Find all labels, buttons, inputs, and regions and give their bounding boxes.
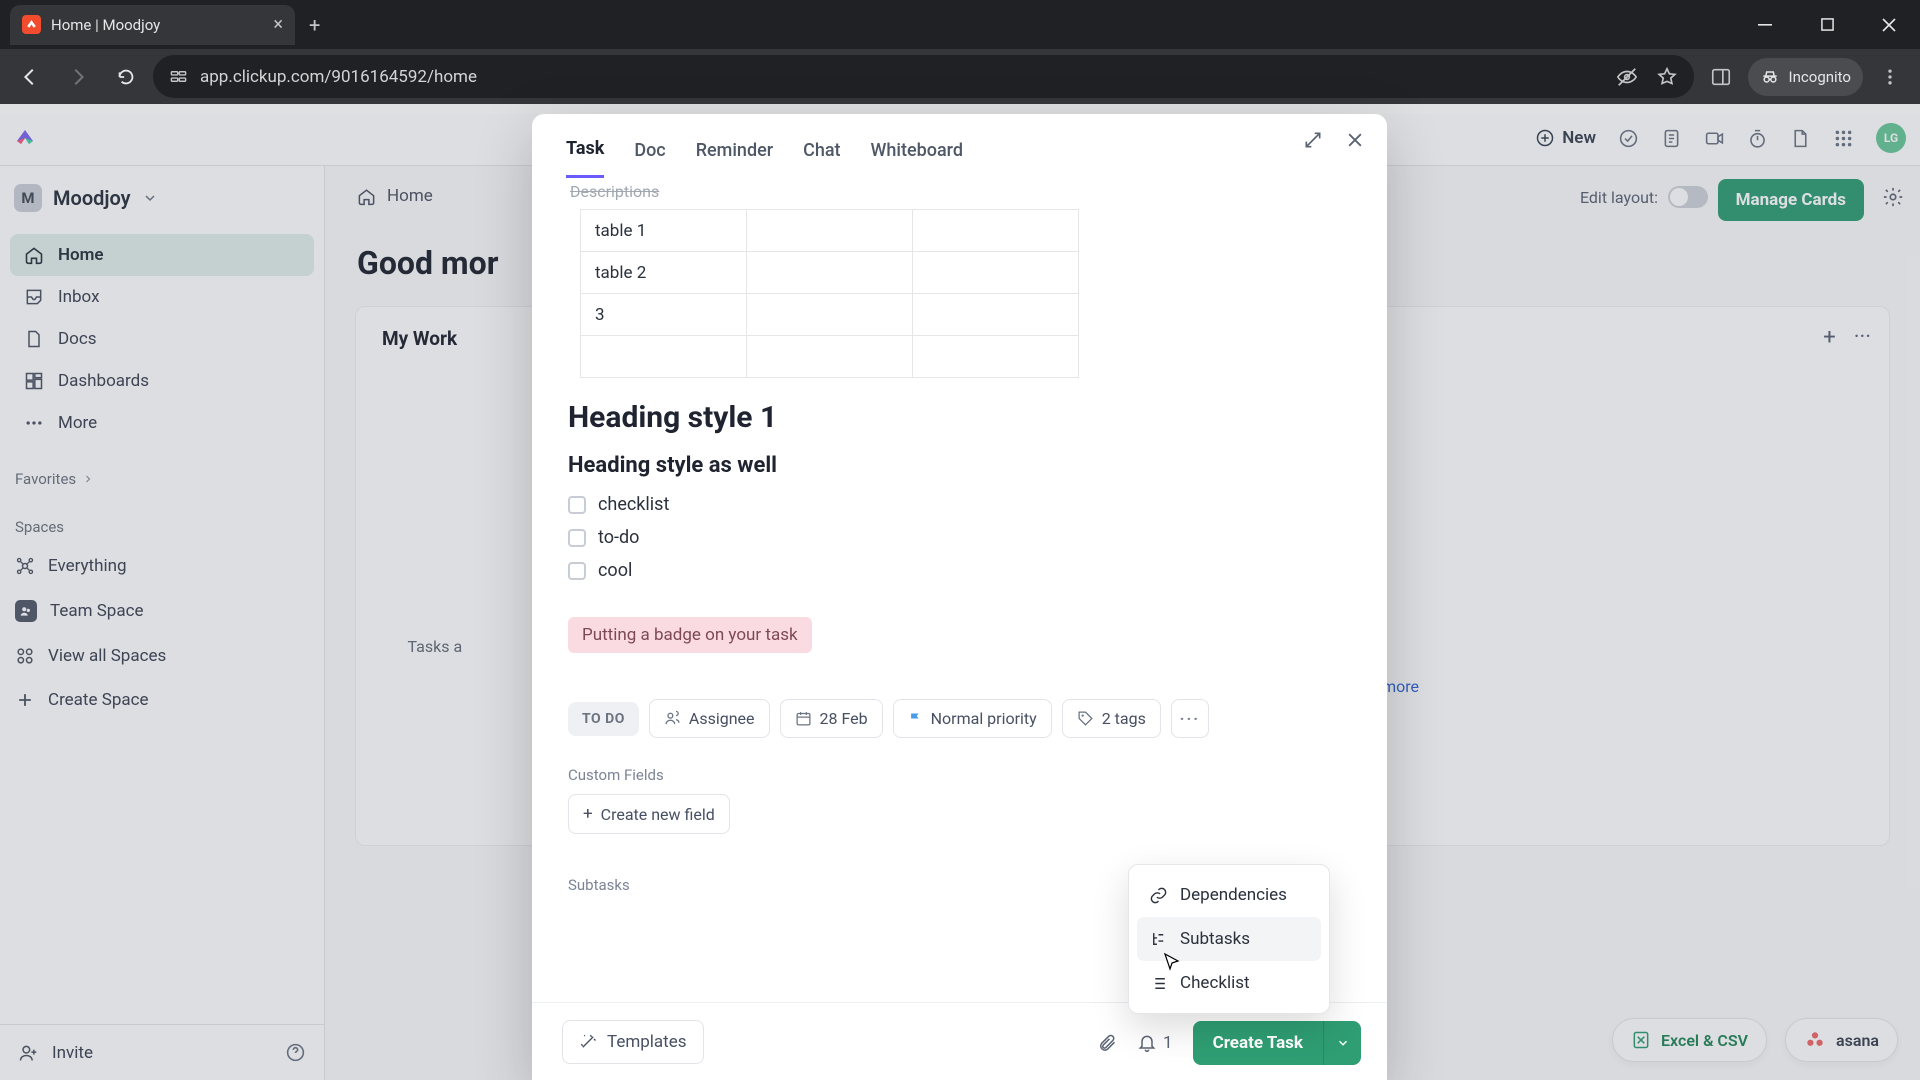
site-settings-icon[interactable] [169, 67, 188, 86]
popover-item-dependencies[interactable]: Dependencies [1137, 873, 1321, 917]
notif-count: 1 [1163, 1033, 1173, 1053]
create-field-button[interactable]: +Create new field [568, 794, 730, 834]
checkbox-icon[interactable] [568, 562, 586, 580]
link-icon [1149, 886, 1168, 905]
popover-label: Dependencies [1180, 885, 1287, 905]
subtasks-icon [1149, 930, 1168, 949]
create-field-label: Create new field [601, 805, 715, 824]
templates-label: Templates [607, 1032, 687, 1052]
tab-task[interactable]: Task [566, 132, 604, 178]
address-bar[interactable]: app.clickup.com/9016164592/home [153, 55, 1694, 98]
table-cell[interactable]: table 1 [581, 210, 747, 252]
description-table[interactable]: table 1 table 2 3 [580, 209, 1079, 378]
calendar-icon [795, 710, 812, 727]
sidepanel-icon[interactable] [1700, 56, 1742, 98]
create-task-button[interactable]: Create Task [1193, 1021, 1323, 1065]
checklist-label: to-do [598, 527, 639, 548]
popover-label: Checklist [1180, 973, 1250, 993]
add-section-popover: Dependencies Subtasks Checklist [1128, 864, 1330, 1014]
wand-icon [579, 1033, 597, 1051]
close-icon[interactable] [1345, 130, 1365, 150]
descriptions-label: Descriptions [570, 182, 1351, 201]
people-icon [664, 710, 681, 727]
checklist-label: checklist [598, 494, 669, 515]
checklist-item[interactable]: checklist [568, 494, 1351, 515]
new-tab-button[interactable]: + [309, 13, 320, 37]
chip-label: Assignee [689, 709, 755, 728]
forward-button [57, 56, 99, 98]
status-chip[interactable]: TO DO [568, 702, 639, 736]
bell-icon [1137, 1033, 1157, 1053]
chip-label: Normal priority [931, 709, 1037, 728]
minimize-button[interactable] [1734, 0, 1796, 49]
notifications-button[interactable]: 1 [1137, 1033, 1173, 1053]
heading-1[interactable]: Heading style 1 [568, 400, 1351, 435]
reload-button[interactable] [105, 56, 147, 98]
url-text: app.clickup.com/9016164592/home [200, 67, 477, 87]
checkbox-icon[interactable] [568, 529, 586, 547]
bookmark-star-icon[interactable] [1656, 66, 1678, 88]
browser-menu-icon[interactable] [1869, 56, 1911, 98]
tab-reminder[interactable]: Reminder [696, 134, 773, 177]
tag-icon [1077, 710, 1094, 727]
custom-fields-label: Custom Fields [568, 766, 1351, 784]
table-cell[interactable]: table 2 [581, 252, 747, 294]
tags-chip[interactable]: 2 tags [1062, 699, 1161, 738]
more-chip[interactable]: ··· [1171, 699, 1209, 738]
tab-close-icon[interactable]: × [273, 14, 283, 35]
checklist-item[interactable]: cool [568, 560, 1351, 581]
task-badge[interactable]: Putting a badge on your task [568, 617, 812, 653]
tab-doc[interactable]: Doc [634, 134, 665, 177]
popover-label: Subtasks [1180, 929, 1250, 949]
chip-label: 28 Feb [820, 709, 868, 728]
create-task-dropdown[interactable] [1323, 1021, 1361, 1065]
checklist-label: cool [598, 560, 632, 581]
back-button[interactable] [9, 56, 51, 98]
incognito-label: Incognito [1789, 68, 1851, 86]
close-window-button[interactable] [1858, 0, 1920, 49]
templates-button[interactable]: Templates [562, 1020, 704, 1064]
maximize-button[interactable] [1796, 0, 1858, 49]
attachment-icon[interactable] [1097, 1033, 1117, 1053]
tab-chat[interactable]: Chat [803, 134, 840, 177]
popover-item-checklist[interactable]: Checklist [1137, 961, 1321, 1005]
list-icon [1149, 974, 1168, 993]
eye-off-icon[interactable] [1616, 66, 1638, 88]
table-cell[interactable]: 3 [581, 294, 747, 336]
checklist-item[interactable]: to-do [568, 527, 1351, 548]
chip-label: 2 tags [1102, 709, 1146, 728]
heading-2[interactable]: Heading style as well [568, 453, 1351, 478]
assignee-chip[interactable]: Assignee [649, 699, 770, 738]
tab-title: Home | Moodjoy [51, 16, 160, 34]
flag-icon [908, 711, 923, 726]
checkbox-icon[interactable] [568, 496, 586, 514]
tab-whiteboard[interactable]: Whiteboard [871, 134, 963, 177]
browser-tab[interactable]: Home | Moodjoy × [10, 5, 295, 45]
date-chip[interactable]: 28 Feb [780, 699, 883, 738]
expand-icon[interactable] [1303, 130, 1323, 150]
priority-chip[interactable]: Normal priority [893, 699, 1052, 738]
clickup-favicon [22, 15, 41, 34]
incognito-badge[interactable]: Incognito [1748, 58, 1863, 96]
popover-item-subtasks[interactable]: Subtasks [1137, 917, 1321, 961]
